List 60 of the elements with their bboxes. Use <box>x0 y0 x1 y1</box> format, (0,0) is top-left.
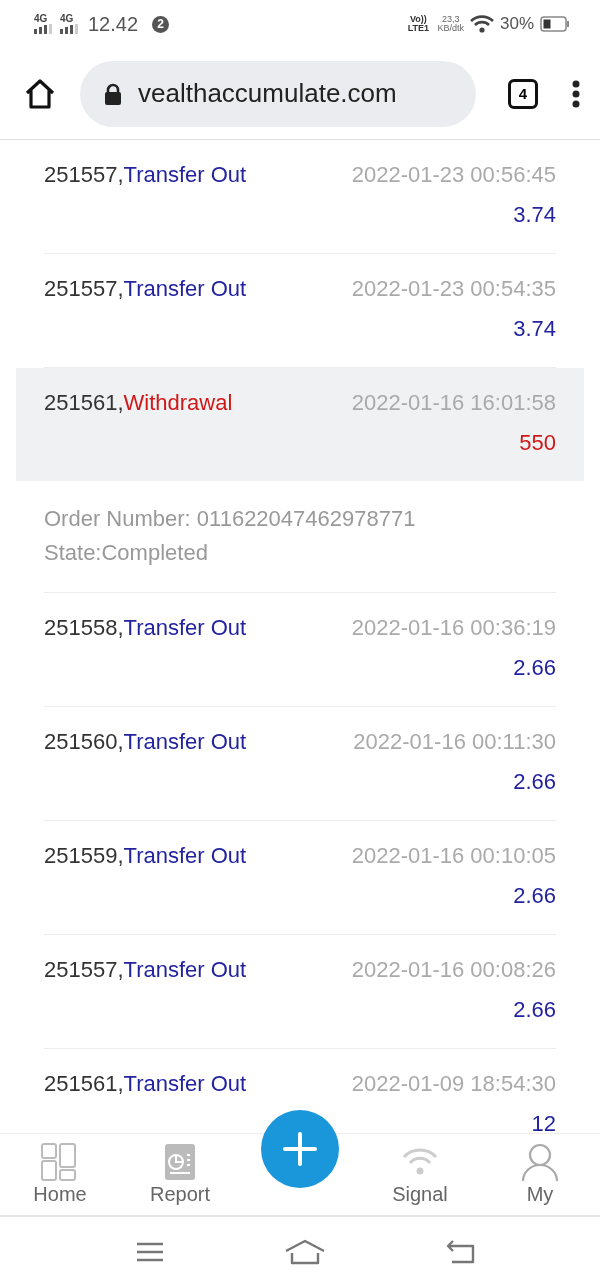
record-amount: 2.66 <box>513 883 556 909</box>
record-title: 251558,Transfer Out <box>44 615 247 641</box>
nav-item[interactable]: Signal <box>392 1143 448 1206</box>
record-row[interactable]: 251558,Transfer Out 2022-01-16 00:36:19 2.66 <box>16 593 584 707</box>
person-icon <box>521 1143 559 1181</box>
record-title: 251557,Transfer Out <box>44 162 247 188</box>
home-icon <box>284 1239 326 1265</box>
lock-icon <box>104 82 122 105</box>
record-amount: 3.74 <box>513 316 556 342</box>
record-title: 251561,Withdrawal <box>44 390 233 416</box>
record-amount: 2.66 <box>513 769 556 795</box>
volte-label: Vo)) LTE1 <box>406 15 431 33</box>
record-time: 2022-01-16 00:08:26 <box>351 957 556 983</box>
record-title: 251557,Transfer Out <box>44 957 247 983</box>
home-icon <box>24 77 56 110</box>
record-time: 2022-01-09 18:54:30 <box>351 1071 556 1097</box>
record-time: 2022-01-16 00:36:19 <box>351 615 556 641</box>
record-amount: 2.66 <box>513 997 556 1023</box>
network-type: 4G <box>34 14 48 24</box>
record-row[interactable]: 251557,Transfer Out 2022-01-16 00:08:26 2.66 <box>16 935 584 1049</box>
record-amount: 12 <box>531 1111 556 1133</box>
network-speed: 23,3 <box>441 15 460 24</box>
battery-level: 30% <box>499 14 534 34</box>
record-title: 251560,Transfer Out <box>44 729 247 755</box>
notification-count: 2 <box>152 15 170 33</box>
nav-item[interactable]: Report <box>150 1143 210 1206</box>
record-time: 2022-01-23 00:54:35 <box>351 276 556 302</box>
back-icon <box>446 1240 476 1264</box>
speed-unit: KB/dtk <box>437 24 464 33</box>
record-time: 2022-01-16 16:01:58 <box>351 390 556 416</box>
url-text: vealthaccumulate.com <box>138 78 397 109</box>
record-title: 251559,Transfer Out <box>44 843 247 869</box>
record-title: 251561,Transfer Out <box>44 1071 247 1097</box>
signal-icon <box>34 24 54 34</box>
record-title: 251557,Transfer Out <box>44 276 247 302</box>
record-time: 2022-01-16 00:10:05 <box>351 843 556 869</box>
record-row[interactable]: 251557,Transfer Out 2022-01-23 00:56:45 3.74 <box>16 140 584 254</box>
wifi-icon <box>469 15 494 33</box>
record-time: 2022-01-23 00:56:45 <box>351 162 556 188</box>
address-bar[interactable]: vealthaccumulate.com <box>80 60 476 127</box>
order-state: State:Completed <box>44 539 209 567</box>
menu-icon <box>136 1241 164 1263</box>
battery-icon <box>540 16 570 32</box>
tab-count-button[interactable]: 4 <box>508 78 538 109</box>
grid-icon <box>41 1143 79 1181</box>
record-row[interactable]: 251561,Withdrawal 2022-01-16 16:01:58 550 <box>16 368 584 481</box>
nav-item[interactable]: Home <box>33 1143 87 1206</box>
nav-item[interactable]: My <box>521 1143 559 1206</box>
network-type: 4G <box>60 14 74 24</box>
record-row[interactable]: 251559,Transfer Out 2022-01-16 00:10:05 2.66 <box>16 821 584 935</box>
signal-icon <box>60 24 80 34</box>
clock-time: 12.42 <box>88 12 139 36</box>
record-amount: 550 <box>519 430 556 456</box>
record-row[interactable]: 251560,Transfer Out 2022-01-16 00:11:30 2.66 <box>16 707 584 821</box>
record-time: 2022-01-16 00:11:30 <box>353 729 556 755</box>
record-amount: 2.66 <box>513 655 556 681</box>
menu-icon <box>572 79 580 108</box>
order-number: Order Number: 011622047462978771 <box>44 505 417 533</box>
plus-icon <box>283 1132 317 1166</box>
record-amount: 3.74 <box>513 202 556 228</box>
